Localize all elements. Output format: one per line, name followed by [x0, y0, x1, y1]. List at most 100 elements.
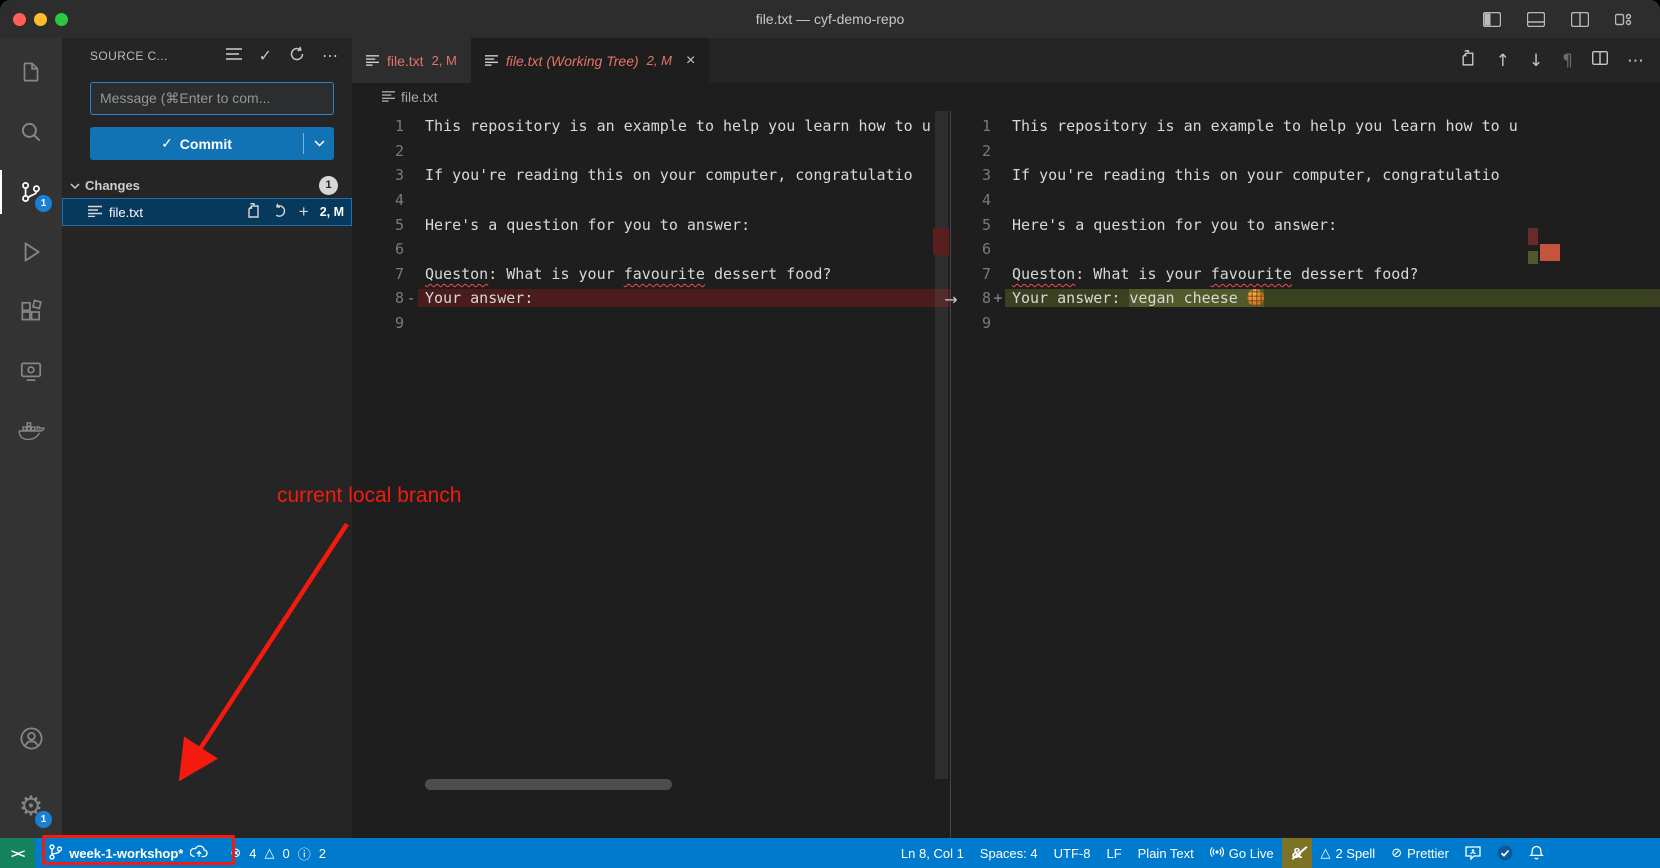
horizontal-scrollbar[interactable] [425, 779, 672, 790]
source-control-sidebar: SOURCE C... ✓ ⋯ Message (⌘Enter to com..… [62, 38, 352, 838]
branch-name: week-1-workshop* [69, 846, 183, 861]
accounts-icon[interactable] [0, 708, 62, 768]
vscode-window: file.txt — cyf-demo-repo [0, 0, 1660, 868]
toggle-panel-icon[interactable] [1527, 12, 1545, 27]
activity-bar: 1 ⚙ 1 [0, 38, 62, 838]
more-actions-icon[interactable]: ⋯ [1627, 51, 1644, 71]
diff-editor: 1This repository is an example to help y… [352, 111, 1660, 838]
go-live-button[interactable]: Go Live [1202, 838, 1282, 868]
code-line: If you're reading this on your computer,… [1005, 166, 1660, 184]
prettier-indicator[interactable]: ⊘ Prettier [1383, 838, 1457, 868]
zoom-window-button[interactable] [55, 13, 68, 26]
commit-button[interactable]: ✓ Commit [90, 127, 334, 160]
commit-message-input[interactable]: Message (⌘Enter to com... [90, 82, 334, 115]
changes-section-header[interactable]: Changes 1 [62, 172, 352, 198]
run-debug-icon[interactable] [0, 222, 62, 282]
extensions-icon[interactable] [0, 282, 62, 342]
changed-file-name: file.txt [109, 205, 143, 220]
view-as-tree-icon[interactable] [226, 47, 242, 66]
extension-disabled-indicator[interactable]: & [1282, 838, 1313, 868]
code-line: Your answer: [418, 289, 950, 307]
more-actions-icon[interactable]: ⋯ [322, 46, 338, 66]
traffic-lights [13, 13, 68, 26]
stage-changes-icon[interactable]: + [299, 202, 309, 222]
file-decoration-badge: 2, M [320, 205, 344, 219]
refresh-icon[interactable] [289, 46, 305, 67]
search-icon[interactable] [0, 102, 62, 162]
notifications-bell-icon[interactable] [1521, 838, 1552, 868]
text-file-icon [485, 53, 498, 69]
broadcast-icon [1210, 845, 1224, 862]
diff-revert-arrow-icon[interactable]: → [938, 290, 964, 309]
tab-label: file.txt [387, 53, 424, 69]
code-line: Here's a question for you to answer: [1005, 216, 1660, 234]
indentation[interactable]: Spaces: 4 [972, 838, 1046, 868]
docker-icon[interactable] [0, 402, 62, 462]
tab-label: file.txt (Working Tree) [506, 53, 639, 69]
remote-explorer-icon[interactable] [0, 342, 62, 402]
source-control-badge: 1 [35, 195, 52, 212]
warning-icon: △ [264, 846, 274, 861]
tab-problems-badge: 2, M [432, 53, 457, 68]
sidebar-title: SOURCE C... [90, 49, 168, 63]
ampersand-slash-icon: & [1292, 845, 1303, 862]
check-badge-icon[interactable] [1489, 838, 1521, 868]
feedback-icon[interactable] [1457, 838, 1489, 868]
check-icon: ✓ [161, 135, 173, 152]
waffle-emoji [1247, 289, 1264, 306]
changed-file-row[interactable]: file.txt + 2, M [62, 198, 352, 226]
code-line: Queston: What is your favourite dessert … [418, 265, 950, 283]
explorer-icon[interactable] [0, 42, 62, 102]
circle-slash-icon: ⊘ [1391, 846, 1402, 861]
split-editor-icon[interactable] [1592, 51, 1608, 70]
toggle-whitespace-icon[interactable]: ¶ [1562, 51, 1573, 71]
close-window-button[interactable] [13, 13, 26, 26]
code-line: If you're reading this on your computer,… [418, 166, 950, 184]
previous-change-icon[interactable]: ↑ [1496, 51, 1510, 71]
toggle-sidebar-icon[interactable] [1483, 12, 1501, 27]
language-mode[interactable]: Plain Text [1130, 838, 1202, 868]
remote-window-button[interactable]: >< [0, 838, 35, 868]
code-line: Here's a question for you to answer: [418, 216, 950, 234]
problems-indicator[interactable]: ⊗ 4 △ 0 ⓘ 2 [222, 838, 337, 868]
breadcrumb[interactable]: file.txt [352, 83, 1660, 111]
editor-group: file.txt 2, M file.txt (Working Tree) 2,… [352, 38, 1660, 838]
customize-layout-icon[interactable] [1615, 12, 1632, 27]
minimize-window-button[interactable] [34, 13, 47, 26]
text-file-icon [366, 53, 379, 69]
branch-indicator[interactable]: week-1-workshop* [41, 838, 216, 868]
chevron-down-icon [70, 178, 80, 193]
breadcrumb-file: file.txt [401, 89, 438, 105]
open-file-icon[interactable] [246, 203, 262, 222]
discard-changes-icon[interactable] [273, 203, 288, 221]
diff-original-pane[interactable]: 1This repository is an example to help y… [352, 111, 950, 838]
text-file-icon [382, 90, 395, 105]
tab-file-working-tree[interactable]: file.txt (Working Tree) 2, M × [471, 38, 709, 83]
split-editor-layout-icon[interactable] [1571, 12, 1589, 27]
spell-checker-indicator[interactable]: △ 2 Spell [1312, 838, 1383, 868]
vertical-scrollbar[interactable] [935, 111, 948, 779]
close-tab-icon[interactable]: × [686, 52, 695, 70]
source-control-icon[interactable]: 1 [0, 162, 62, 222]
diff-modified-pane[interactable]: 1This repository is an example to help y… [950, 111, 1660, 838]
annotation-current-local-branch: current local branch [277, 484, 461, 508]
commit-button-label: Commit [180, 136, 232, 152]
open-changes-icon[interactable] [1460, 50, 1477, 72]
next-change-icon[interactable]: ↓ [1529, 51, 1543, 71]
code-line: Queston: What is your favourite dessert … [1005, 265, 1660, 283]
commit-check-icon[interactable]: ✓ [259, 46, 272, 66]
code-line: Your answer: vegan cheese [1005, 289, 1660, 307]
tab-file-index[interactable]: file.txt 2, M [352, 38, 471, 83]
changes-count-badge: 1 [319, 176, 338, 195]
git-branch-icon [49, 844, 62, 863]
eol-sequence[interactable]: LF [1098, 838, 1129, 868]
commit-dropdown-button[interactable] [304, 127, 334, 160]
changes-label: Changes [85, 178, 140, 193]
cursor-position[interactable]: Ln 8, Col 1 [893, 838, 972, 868]
publish-cloud-icon [190, 845, 208, 861]
settings-gear-icon[interactable]: ⚙ 1 [0, 774, 62, 838]
error-icon: ⊗ [230, 846, 241, 861]
encoding[interactable]: UTF-8 [1046, 838, 1099, 868]
inserted-line: 8+Your answer: vegan cheese [951, 286, 1660, 311]
settings-badge: 1 [35, 811, 52, 828]
